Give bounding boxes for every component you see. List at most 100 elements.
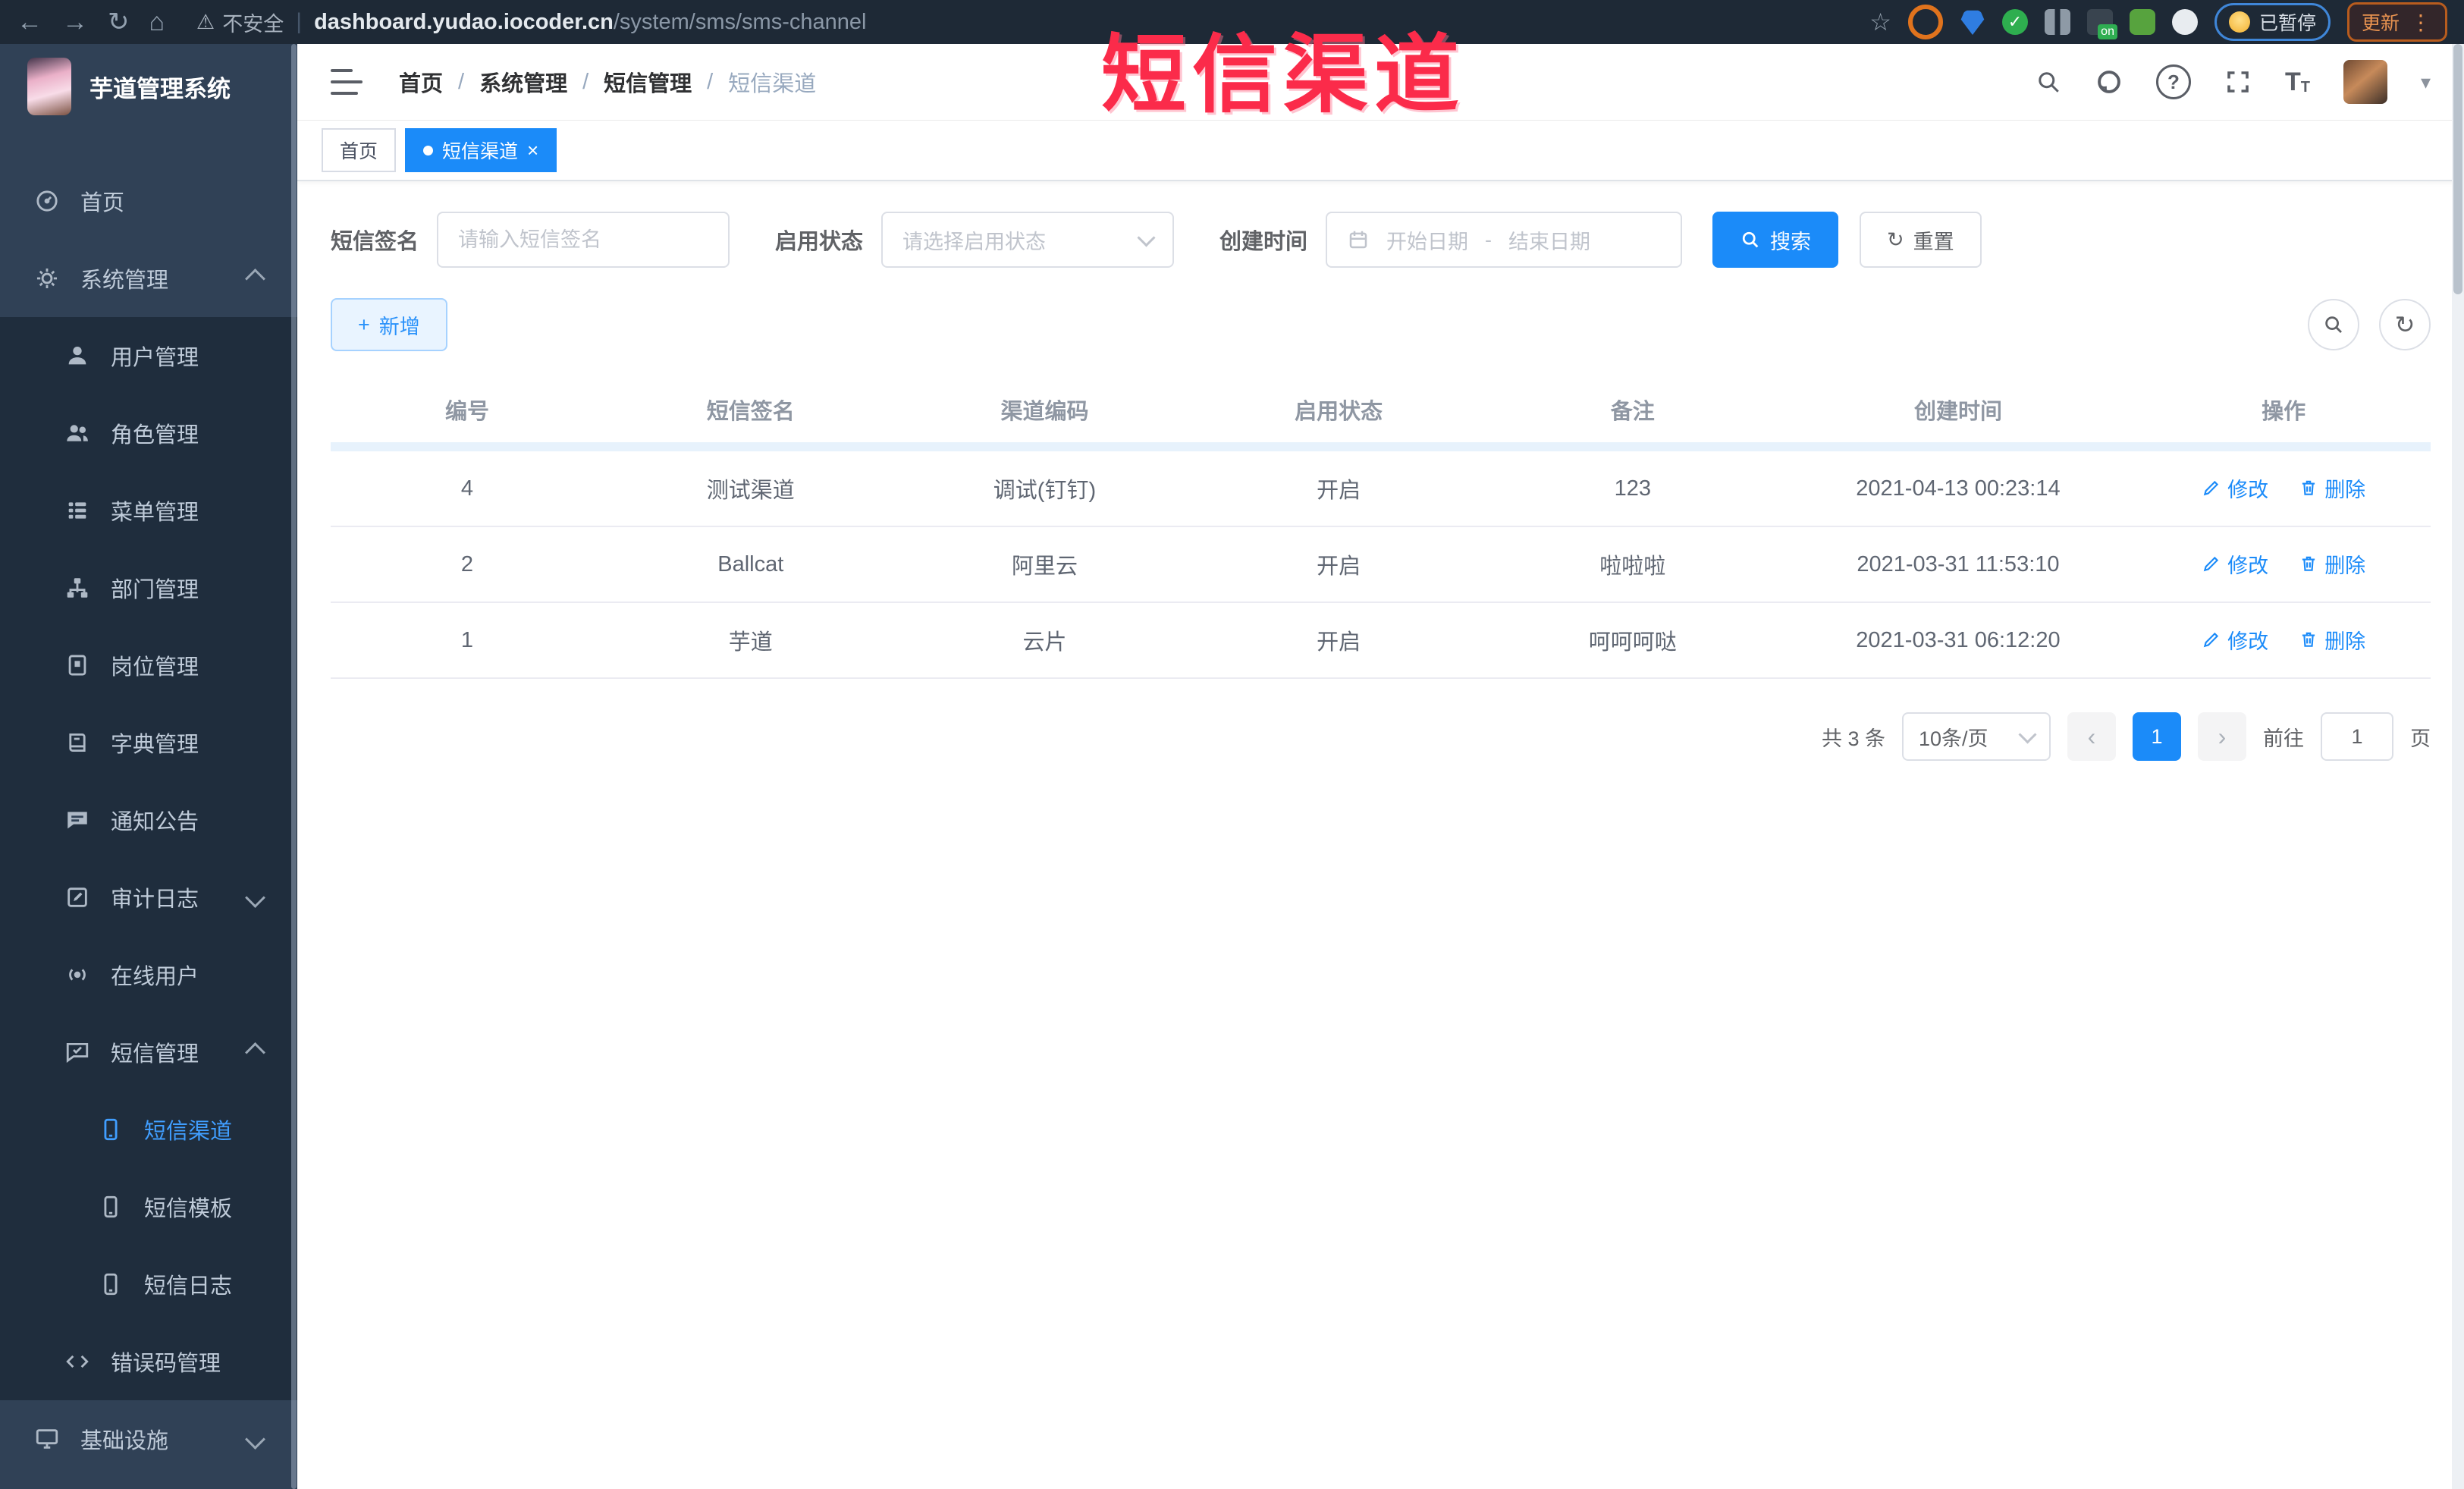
- breadcrumb-current: 短信渠道: [728, 72, 817, 96]
- sidebar-item-dict-management[interactable]: 字典管理: [0, 704, 297, 781]
- sidebar-item-label: 岗位管理: [111, 655, 199, 680]
- address-bar[interactable]: ⚠ 不安全 | dashboard.yudao.iocoder.cn/syste…: [196, 8, 1850, 37]
- sidebar-item-label: 部门管理: [111, 578, 199, 602]
- sidebar-scrollbar[interactable]: [291, 44, 297, 1489]
- sign-input[interactable]: [437, 212, 730, 268]
- sidebar-item-sms-template[interactable]: 短信模板: [0, 1168, 297, 1246]
- caret-down-icon[interactable]: ▾: [2421, 71, 2431, 94]
- sms-channel-table: 编号 短信签名 渠道编码 启用状态 备注 创建时间 操作 4 测试渠道 调试(钉…: [331, 377, 2431, 679]
- browser-chrome: ← → ↻ ⌂ ⚠ 不安全 | dashboard.yudao.iocoder.…: [0, 0, 2464, 44]
- font-size-icon[interactable]: TT: [2285, 69, 2310, 95]
- sidebar-item-label: 基础设施: [80, 1429, 169, 1453]
- search-icon: [1742, 231, 1759, 248]
- show-search-toggle-button[interactable]: [2308, 299, 2359, 350]
- range-separator: -: [1485, 228, 1493, 251]
- emoji-face-icon: [2228, 11, 2250, 33]
- date-range-picker[interactable]: 开始日期 - 结束日期: [1326, 212, 1683, 268]
- reset-button[interactable]: ↻ 重置: [1860, 212, 1982, 268]
- next-page-button[interactable]: ›: [2198, 712, 2246, 761]
- browser-back-icon[interactable]: ←: [17, 9, 42, 35]
- sidebar-item-home[interactable]: 首页: [0, 162, 297, 240]
- paused-extension-badge[interactable]: 已暂停: [2214, 3, 2331, 41]
- browser-update-button[interactable]: 更新 ⋮: [2346, 2, 2447, 42]
- cell-actions: 修改 删除: [2136, 526, 2431, 603]
- breadcrumb-separator: /: [582, 69, 589, 94]
- update-label: 更新: [2361, 13, 2400, 34]
- audit-log-icon: [64, 884, 91, 911]
- edit-link[interactable]: 修改: [2202, 625, 2268, 655]
- edit-link[interactable]: 修改: [2202, 549, 2268, 579]
- search-icon[interactable]: [2035, 68, 2062, 96]
- tab-home[interactable]: 首页: [322, 128, 397, 172]
- browser-menu-icon[interactable]: ⋮: [2410, 10, 2433, 35]
- current-page-button[interactable]: 1: [2133, 712, 2181, 761]
- sidebar-item-user-management[interactable]: 用户管理: [0, 317, 297, 394]
- delete-link[interactable]: 删除: [2299, 625, 2365, 655]
- app-logo: [27, 58, 71, 115]
- org-tree-icon: [64, 574, 91, 602]
- delete-link[interactable]: 删除: [2299, 473, 2365, 503]
- extension-plant-icon[interactable]: [2129, 9, 2155, 35]
- status-placeholder: 请选择启用状态: [902, 230, 1047, 253]
- extension-location-pin-icon[interactable]: [1960, 10, 1985, 35]
- cell-status: 开启: [1191, 602, 1486, 679]
- goto-page-input[interactable]: [2321, 712, 2393, 761]
- sidebar-item-post-management[interactable]: 岗位管理: [0, 627, 297, 704]
- sidebar-item-notice[interactable]: 通知公告: [0, 781, 297, 859]
- status-select[interactable]: 请选择启用状态: [881, 212, 1175, 268]
- sidebar-item-menu-management[interactable]: 菜单管理: [0, 472, 297, 549]
- sidebar-collapse-icon[interactable]: [331, 69, 363, 95]
- scrollbar-thumb[interactable]: [2453, 44, 2462, 294]
- breadcrumb: 首页 / 系统管理 / 短信管理 / 短信渠道: [399, 66, 816, 98]
- close-icon[interactable]: ×: [527, 140, 538, 160]
- url-path: /system/sms/sms-channel: [613, 9, 867, 34]
- refresh-table-button[interactable]: ↻: [2379, 299, 2431, 350]
- browser-home-icon[interactable]: ⌂: [149, 9, 165, 35]
- sidebar-item-role-management[interactable]: 角色管理: [0, 394, 297, 472]
- edit-link[interactable]: 修改: [2202, 473, 2268, 503]
- sidebar-item-dept-management[interactable]: 部门管理: [0, 549, 297, 627]
- cell-id: 4: [331, 447, 604, 527]
- help-icon[interactable]: ?: [2155, 64, 2191, 99]
- chevron-down-icon: [2018, 724, 2037, 744]
- cell-sign: 测试渠道: [603, 447, 898, 527]
- sidebar-item-error-code[interactable]: 错误码管理: [0, 1323, 297, 1400]
- bookmark-star-icon[interactable]: ☆: [1869, 8, 1891, 36]
- page-size-select[interactable]: 10条/页: [1902, 712, 2051, 761]
- sidebar-item-sms-channel[interactable]: 短信渠道: [0, 1091, 297, 1168]
- security-warning[interactable]: ⚠ 不安全: [196, 8, 284, 37]
- browser-forward-icon[interactable]: →: [62, 9, 88, 35]
- extension-green-check-icon[interactable]: ✓: [2001, 9, 2028, 35]
- edit-icon: [2203, 557, 2219, 572]
- sidebar-item-audit-log[interactable]: 审计日志: [0, 859, 297, 936]
- user-avatar[interactable]: [2343, 60, 2387, 104]
- sidebar-item-sms-log[interactable]: 短信日志: [0, 1246, 297, 1323]
- start-date-placeholder: 开始日期: [1386, 230, 1469, 253]
- breadcrumb-home[interactable]: 首页: [399, 66, 443, 98]
- github-icon[interactable]: [2095, 68, 2123, 96]
- breadcrumb-sms[interactable]: 短信管理: [604, 66, 692, 98]
- sidebar-item-infrastructure[interactable]: 基础设施: [0, 1400, 297, 1478]
- extension-orange-ring-icon[interactable]: [1907, 5, 1943, 39]
- prev-page-button[interactable]: ‹: [2067, 712, 2116, 761]
- sidebar-item-label: 通知公告: [111, 810, 199, 834]
- sidebar-item-system-management[interactable]: 系统管理: [0, 240, 297, 317]
- sidebar-item-online-users[interactable]: 在线用户: [0, 936, 297, 1013]
- app-logo-row[interactable]: 芋道管理系统: [0, 44, 297, 129]
- fullscreen-icon[interactable]: [2224, 68, 2252, 96]
- delete-link[interactable]: 删除: [2299, 549, 2365, 579]
- time-label: 创建时间: [1219, 230, 1308, 254]
- tab-sms-channel[interactable]: 短信渠道 ×: [405, 128, 557, 172]
- page-scrollbar[interactable]: [2452, 44, 2464, 1489]
- sidebar-item-sms-management[interactable]: 短信管理: [0, 1013, 297, 1091]
- cell-remark: 呵呵呵哒: [1485, 602, 1780, 679]
- sidebar-item-label: 角色管理: [111, 423, 199, 448]
- breadcrumb-system[interactable]: 系统管理: [479, 66, 567, 98]
- add-button[interactable]: + 新增: [331, 298, 447, 351]
- browser-reload-icon[interactable]: ↻: [108, 9, 130, 35]
- extension-onetab-icon[interactable]: on: [2086, 9, 2117, 39]
- extensions-puzzle-icon[interactable]: [2171, 9, 2198, 35]
- table-row: 2 Ballcat 阿里云 开启 啦啦啦 2021-03-31 11:53:10…: [331, 526, 2431, 603]
- search-button[interactable]: 搜索: [1712, 212, 1839, 268]
- extension-grid-icon[interactable]: [2044, 9, 2070, 35]
